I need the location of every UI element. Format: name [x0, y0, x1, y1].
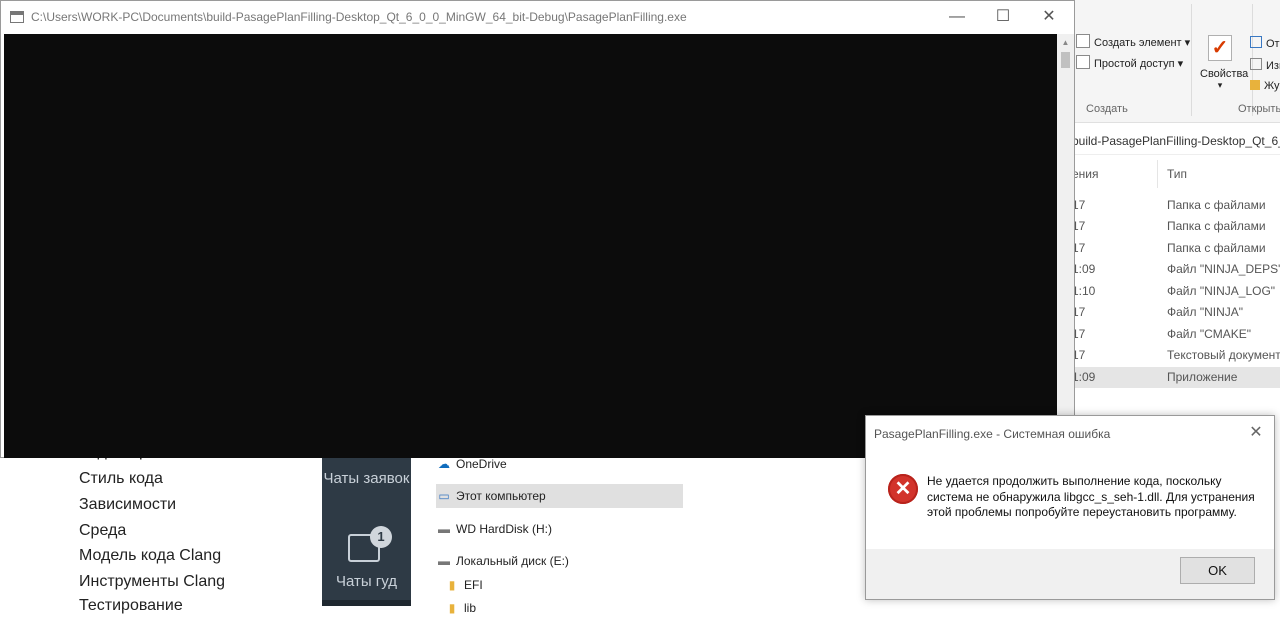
address-text: build-PasagePlanFilling-Desktop_Qt_6_0_	[1072, 134, 1280, 148]
column-header-date[interactable]: ения	[1072, 167, 1099, 181]
folder-icon: ▮	[448, 578, 456, 592]
file-date: 1:09	[1072, 262, 1096, 276]
nav-item-this-pc[interactable]: ▭ Этот компьютер	[436, 484, 683, 508]
edit-button[interactable]: Изм	[1250, 58, 1280, 72]
file-row[interactable]: 17 Папка с файлами	[1060, 195, 1280, 216]
file-type: Приложение	[1167, 370, 1238, 384]
folder-icon: ▮	[448, 601, 456, 615]
drive-icon: ▬	[438, 522, 450, 536]
ribbon-group-open: Открыть	[1238, 103, 1280, 115]
nav-item-lib[interactable]: ▮ lib	[444, 596, 683, 620]
nav-item-label: Этот компьютер	[456, 489, 546, 503]
file-type: Текстовый документ	[1167, 348, 1280, 362]
file-type: Файл "NINJA"	[1167, 305, 1244, 319]
file-date: 1:10	[1072, 284, 1096, 298]
system-error-dialog: PasagePlanFilling.exe - Системная ошибка…	[865, 415, 1275, 600]
file-type: Файл "NINJA_LOG"	[1167, 284, 1276, 298]
file-explorer-window: Создать элемент ▾ Простой доступ ▾ Созда…	[1060, 0, 1280, 420]
dropdown-arrow-icon: ▾	[1184, 37, 1191, 49]
nav-item-local-disk-e[interactable]: ▬ Локальный диск (E:)	[436, 549, 683, 573]
settings-item-code-style[interactable]: Стиль кода	[79, 470, 163, 488]
address-bar[interactable]: build-PasagePlanFilling-Desktop_Qt_6_0_	[1060, 128, 1280, 155]
open-label: От	[1266, 38, 1280, 50]
computer-icon: ▭	[438, 489, 450, 503]
simple-access-label: Простой доступ	[1094, 58, 1175, 70]
dialog-close-button[interactable]: ✕	[1242, 420, 1270, 446]
settings-item-clang-tools[interactable]: Инструменты Clang	[79, 573, 225, 591]
nav-item-efi[interactable]: ▮ EFI	[444, 573, 683, 597]
settings-item-testing[interactable]: Тестирование	[79, 597, 183, 615]
journal-label: Жу	[1264, 80, 1280, 92]
file-type: Файл "CMAKE"	[1167, 327, 1252, 341]
history-icon	[1250, 80, 1260, 90]
dropdown-arrow-icon: ▾	[1177, 58, 1184, 70]
minimize-button[interactable]: —	[934, 1, 980, 33]
dialog-title: PasagePlanFilling.exe - Системная ошибка	[874, 427, 1111, 441]
nav-item-label: EFI	[464, 578, 483, 592]
scroll-thumb[interactable]	[1061, 52, 1070, 68]
create-item-label: Создать элемент	[1094, 37, 1182, 49]
edit-icon	[1250, 58, 1262, 70]
close-button[interactable]: ✕	[1026, 1, 1072, 33]
console-scrollbar[interactable]: ▲	[1057, 34, 1074, 458]
unread-badge: 1	[370, 526, 392, 548]
easy-access-icon	[1076, 55, 1090, 69]
scroll-up-arrow-icon[interactable]: ▲	[1057, 34, 1074, 51]
sidebar-active-strip	[322, 600, 411, 606]
nav-item-wd-harddisk[interactable]: ▬ WD HardDisk (H:)	[436, 517, 683, 541]
ok-button[interactable]: OK	[1180, 557, 1255, 584]
file-row[interactable]: 17 Файл "CMAKE"	[1060, 324, 1280, 345]
console-title-bar[interactable]: C:\Users\WORK-PC\Documents\build-PasageP…	[1, 1, 1074, 33]
journal-button[interactable]: Жу	[1250, 80, 1280, 92]
file-date: 1:09	[1072, 370, 1096, 384]
file-type: Папка с файлами	[1167, 241, 1266, 255]
console-output-area[interactable]	[4, 34, 1057, 458]
nav-item-label: Локальный диск (E:)	[456, 554, 569, 568]
open-button[interactable]: От	[1250, 36, 1280, 50]
console-window: C:\Users\WORK-PC\Documents\build-PasageP…	[0, 0, 1075, 458]
settings-category-list: Редактор Стиль кода Зависимости Среда Мо…	[30, 440, 322, 614]
drive-icon: ▬	[438, 554, 450, 568]
console-app-icon	[10, 11, 24, 23]
column-divider	[1157, 160, 1158, 188]
maximize-button[interactable]: ☐	[980, 1, 1026, 33]
settings-item-dependencies[interactable]: Зависимости	[79, 496, 176, 514]
nav-item-label: WD HardDisk (H:)	[456, 522, 552, 536]
edit-label: Изм	[1266, 60, 1280, 72]
chats-gud-label: Чаты гуд	[335, 573, 398, 590]
checkmark-icon: ✓	[1208, 35, 1232, 61]
file-row-selected[interactable]: 1:09 Приложение	[1060, 367, 1280, 388]
file-row[interactable]: 17 Папка с файлами	[1060, 238, 1280, 259]
nav-item-label: lib	[464, 601, 477, 615]
file-row[interactable]: 17 Папка с файлами	[1060, 216, 1280, 237]
settings-item-clang-code-model[interactable]: Модель кода Clang	[79, 547, 221, 565]
explorer-nav-pane: ☁ OneDrive ▭ Этот компьютер ▬ WD HardDisk (…	[411, 440, 685, 615]
file-type: Папка с файлами	[1167, 219, 1266, 233]
file-row[interactable]: 1:10 Файл "NINJA_LOG"	[1060, 281, 1280, 302]
ribbon-group-create: Создать	[1086, 103, 1128, 115]
file-type: Папка с файлами	[1167, 198, 1266, 212]
file-row[interactable]: 17 Текстовый документ	[1060, 345, 1280, 366]
console-title-text: C:\Users\WORK-PC\Documents\build-PasageP…	[31, 10, 687, 24]
dropdown-arrow-icon: ▾	[1217, 80, 1223, 90]
properties-label: Свойства	[1200, 68, 1249, 80]
column-header-type[interactable]: Тип	[1167, 167, 1187, 181]
file-row[interactable]: 1:09 Файл "NINJA_DEPS"	[1060, 259, 1280, 280]
nav-item-label: OneDrive	[456, 457, 507, 471]
ribbon-divider	[1191, 4, 1192, 116]
settings-item-environment[interactable]: Среда	[79, 522, 126, 540]
error-message: Не удается продолжить выполнение кода, п…	[927, 474, 1255, 519]
file-type: Файл "NINJA_DEPS"	[1167, 262, 1280, 276]
new-item-icon	[1076, 34, 1090, 48]
properties-button[interactable]: ✓ Свойства ▾	[1200, 30, 1249, 95]
file-row[interactable]: 17 Файл "NINJA"	[1060, 302, 1280, 323]
chat-sidebar: Чаты заявок 1 Чаты гуд	[322, 440, 411, 606]
open-icon	[1250, 36, 1262, 48]
chats-requests-label: Чаты заявок	[323, 470, 410, 487]
error-icon: ✕	[888, 474, 918, 504]
explorer-ribbon: Создать элемент ▾ Простой доступ ▾ Созда…	[1060, 0, 1280, 123]
create-item-button[interactable]: Создать элемент ▾	[1076, 34, 1190, 49]
simple-access-button[interactable]: Простой доступ ▾	[1076, 55, 1183, 70]
